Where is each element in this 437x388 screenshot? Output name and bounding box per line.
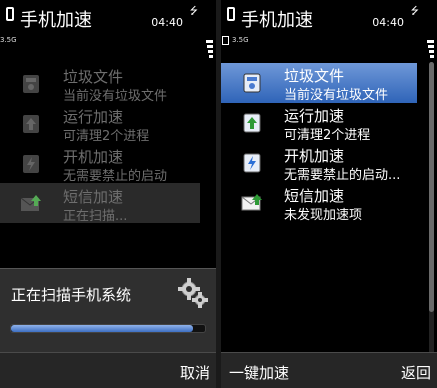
clock: 04:40 bbox=[151, 16, 183, 29]
item-sub: 可清理2个进程 bbox=[63, 129, 150, 144]
app-title: 手机加速 bbox=[241, 10, 313, 31]
trash-icon bbox=[241, 72, 263, 94]
status-bar: 手机加速 04:40 ⭍ 3.5G bbox=[0, 0, 216, 58]
list-item-run-boost[interactable]: 运行加速 可清理2个进程 bbox=[221, 103, 437, 143]
list-item-boot-boost: 开机加速 无需要禁止的启动 bbox=[0, 144, 216, 184]
network-indicator: 3.5G bbox=[0, 36, 17, 44]
softkey-bar: 一键加速 返回 bbox=[221, 352, 437, 388]
item-sub: 正在扫描... bbox=[63, 209, 128, 224]
scan-progress-fill bbox=[11, 325, 194, 332]
clock: 04:40 bbox=[372, 16, 404, 29]
list-item-junk-files: 垃圾文件 当前没有垃圾文件 bbox=[0, 64, 216, 104]
item-label: 垃圾文件 bbox=[63, 68, 124, 86]
phone-icon bbox=[6, 7, 14, 21]
battery-icon bbox=[222, 36, 229, 45]
usb-icon: ⭍ bbox=[410, 6, 419, 17]
item-sub: 可清理2个进程 bbox=[284, 128, 371, 143]
status-bar: 手机加速 04:40 ⭍ 3.5G bbox=[221, 0, 437, 58]
usb-icon: ⭍ bbox=[189, 6, 198, 17]
signal-bars-icon bbox=[427, 40, 434, 58]
item-sub: 无需要禁止的启动... bbox=[284, 168, 401, 183]
scan-progress-bar bbox=[10, 324, 206, 333]
item-sub: 当前没有垃圾文件 bbox=[63, 89, 168, 104]
item-label: 运行加速 bbox=[284, 107, 345, 125]
battery-bars-icon bbox=[206, 40, 213, 58]
lightning-icon bbox=[20, 153, 42, 175]
network-indicator: 3.5G bbox=[232, 36, 249, 44]
lightning-icon bbox=[241, 152, 263, 174]
back-button[interactable]: 返回 bbox=[401, 362, 431, 383]
item-label: 开机加速 bbox=[63, 148, 124, 166]
scan-dialog: 正在扫描手机系统 bbox=[0, 268, 216, 353]
cancel-button[interactable]: 取消 bbox=[180, 362, 210, 383]
softkey-bar: 取消 bbox=[0, 352, 216, 388]
scrollbar[interactable] bbox=[429, 62, 434, 382]
list-item-sms-boost: 短信加速 正在扫描... bbox=[0, 184, 216, 224]
envelope-icon bbox=[241, 192, 263, 214]
one-key-boost-button[interactable]: 一键加速 bbox=[229, 362, 289, 383]
up-arrow-icon bbox=[241, 112, 263, 134]
list-item-junk-files[interactable]: 垃圾文件 当前没有垃圾文件 bbox=[221, 63, 417, 103]
trash-icon bbox=[20, 73, 42, 95]
item-sub: 无需要禁止的启动 bbox=[63, 169, 168, 184]
scrollbar-thumb[interactable] bbox=[429, 62, 434, 312]
envelope-icon bbox=[20, 193, 42, 215]
item-label: 运行加速 bbox=[63, 108, 124, 126]
list-item-run-boost: 运行加速 可清理2个进程 bbox=[0, 104, 216, 144]
item-label: 短信加速 bbox=[63, 188, 124, 206]
item-sub: 当前没有垃圾文件 bbox=[284, 88, 389, 103]
left-screen: 手机加速 04:40 ⭍ 3.5G 垃圾文件 当前没有垃圾文件 运行加速 可清理… bbox=[0, 0, 216, 388]
gear-icon bbox=[178, 278, 208, 308]
scan-list: 垃圾文件 当前没有垃圾文件 运行加速 可清理2个进程 开机加速 无需要禁止的启动… bbox=[0, 60, 216, 270]
item-label: 开机加速 bbox=[284, 147, 345, 165]
process-icon bbox=[20, 113, 42, 135]
item-sub: 未发现加速项 bbox=[284, 208, 363, 223]
phone-icon bbox=[227, 7, 235, 21]
item-label: 垃圾文件 bbox=[284, 67, 345, 85]
item-label: 短信加速 bbox=[284, 187, 345, 205]
right-screen: 手机加速 04:40 ⭍ 3.5G 垃圾文件 当前没有垃圾文件 运行加速 可清理… bbox=[221, 0, 437, 388]
list-item-boot-boost[interactable]: 开机加速 无需要禁止的启动... bbox=[221, 143, 437, 183]
dialog-message: 正在扫描手机系统 bbox=[11, 286, 132, 304]
list-item-sms-boost[interactable]: 短信加速 未发现加速项 bbox=[221, 183, 437, 223]
app-title: 手机加速 bbox=[20, 10, 92, 31]
